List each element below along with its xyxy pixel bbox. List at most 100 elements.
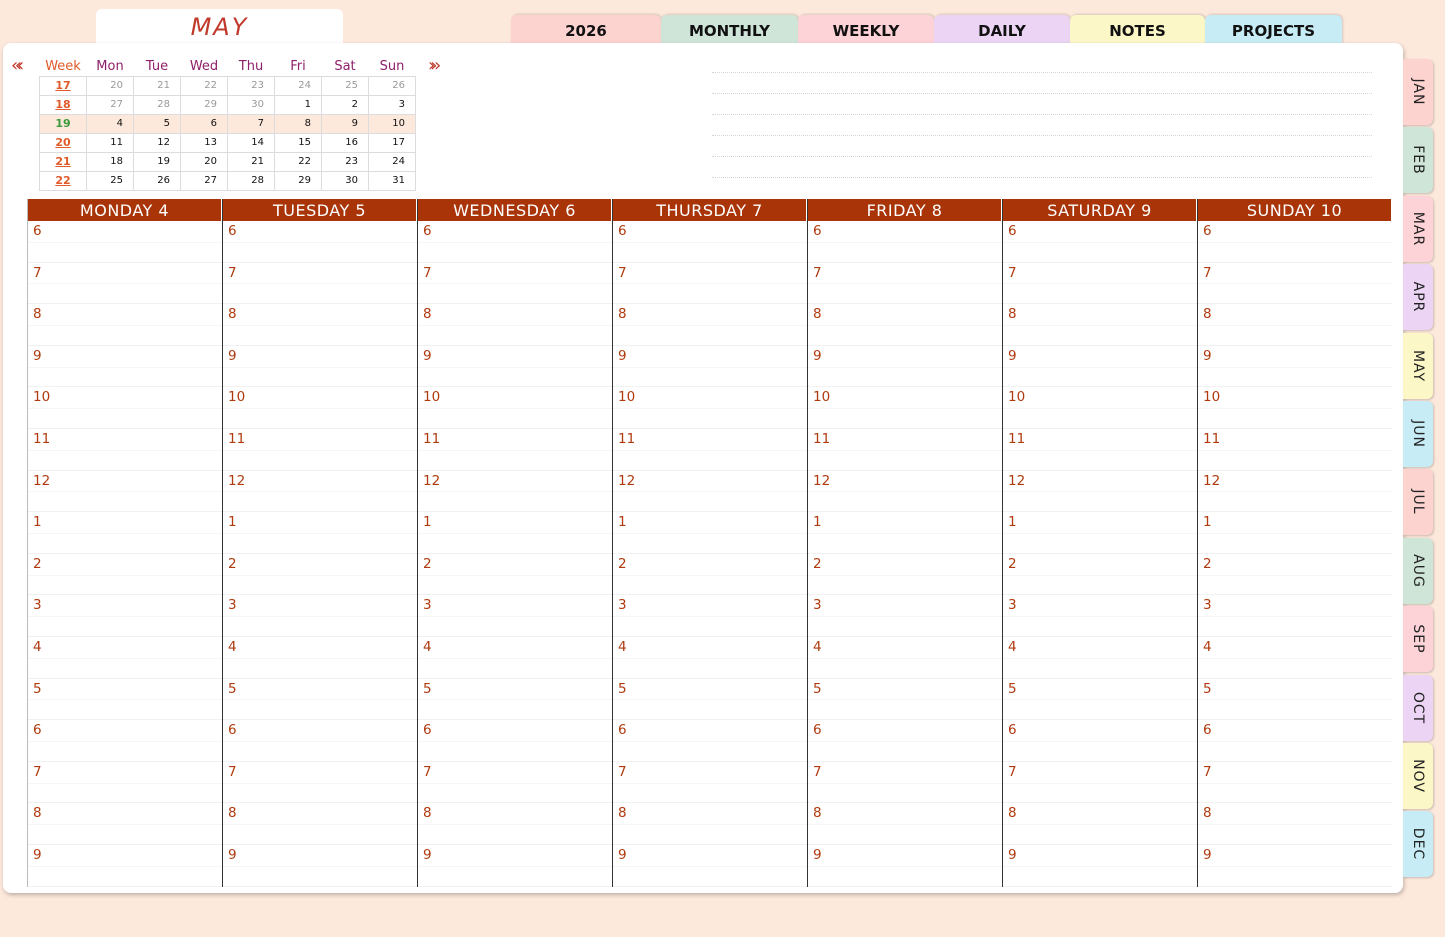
hour-slot[interactable]: 3: [1198, 595, 1392, 637]
hour-slot[interactable]: 7: [1003, 263, 1197, 305]
mini-cal-day[interactable]: 11: [86, 132, 134, 153]
week-number-link[interactable]: 18: [39, 94, 87, 115]
hour-slot[interactable]: 9: [223, 845, 417, 887]
hour-slot[interactable]: 7: [613, 762, 807, 804]
hour-slot[interactable]: 6: [613, 221, 807, 263]
mini-cal-day[interactable]: 22: [274, 151, 322, 172]
mini-cal-day[interactable]: 29: [180, 94, 228, 115]
hour-slot[interactable]: 2: [1198, 554, 1392, 596]
side-tab-sep[interactable]: SEP: [1403, 606, 1433, 673]
hour-slot[interactable]: 3: [1003, 595, 1197, 637]
mini-cal-day[interactable]: 24: [274, 75, 322, 96]
mini-cal-day[interactable]: 14: [227, 132, 275, 153]
hour-slot[interactable]: 6: [418, 221, 612, 263]
side-tab-may[interactable]: MAY: [1403, 332, 1433, 399]
hour-slot[interactable]: 5: [808, 679, 1002, 721]
hour-slot[interactable]: 5: [613, 679, 807, 721]
hour-slot[interactable]: 6: [1003, 720, 1197, 762]
day-header[interactable]: SATURDAY 9: [1003, 199, 1197, 221]
hour-slot[interactable]: 7: [808, 263, 1002, 305]
side-tab-dec[interactable]: DEC: [1403, 811, 1433, 878]
hour-slot[interactable]: 7: [223, 762, 417, 804]
mini-cal-day[interactable]: 1: [274, 94, 322, 115]
mini-cal-day[interactable]: 21: [227, 151, 275, 172]
hour-slot[interactable]: 1: [613, 512, 807, 554]
mini-cal-day[interactable]: 17: [368, 132, 416, 153]
mini-cal-day[interactable]: 25: [321, 75, 369, 96]
hour-slot[interactable]: 1: [28, 512, 222, 554]
side-tab-oct[interactable]: OCT: [1403, 674, 1433, 741]
hour-slot[interactable]: 10: [28, 387, 222, 429]
hour-slot[interactable]: 7: [418, 762, 612, 804]
hour-slot[interactable]: 2: [223, 554, 417, 596]
hour-slot[interactable]: 2: [418, 554, 612, 596]
hour-slot[interactable]: 10: [1003, 387, 1197, 429]
mini-cal-day[interactable]: 24: [368, 151, 416, 172]
hour-slot[interactable]: 1: [808, 512, 1002, 554]
mini-cal-day[interactable]: 16: [321, 132, 369, 153]
hour-slot[interactable]: 10: [1198, 387, 1392, 429]
day-header[interactable]: TUESDAY 5: [223, 199, 417, 221]
hour-slot[interactable]: 8: [418, 803, 612, 845]
hour-slot[interactable]: 9: [1198, 346, 1392, 388]
mini-cal-day[interactable]: 9: [321, 113, 369, 134]
tab-monthly[interactable]: MONTHLY: [661, 15, 798, 45]
hour-slot[interactable]: 7: [28, 762, 222, 804]
mini-cal-day[interactable]: 29: [274, 170, 322, 191]
hour-slot[interactable]: 5: [1003, 679, 1197, 721]
hour-slot[interactable]: 5: [418, 679, 612, 721]
day-header[interactable]: MONDAY 4: [28, 199, 222, 221]
hour-slot[interactable]: 7: [1198, 762, 1392, 804]
week-number-link[interactable]: 22: [39, 170, 87, 191]
hour-slot[interactable]: 8: [1198, 304, 1392, 346]
hour-slot[interactable]: 6: [418, 720, 612, 762]
hour-slot[interactable]: 9: [28, 845, 222, 887]
hour-slot[interactable]: 1: [418, 512, 612, 554]
mini-cal-day[interactable]: 28: [133, 94, 181, 115]
mini-cal-day[interactable]: 2: [321, 94, 369, 115]
hour-slot[interactable]: 6: [808, 221, 1002, 263]
mini-cal-day[interactable]: 15: [274, 132, 322, 153]
notes-line[interactable]: [712, 156, 1372, 157]
hour-slot[interactable]: 3: [418, 595, 612, 637]
mini-cal-day[interactable]: 30: [321, 170, 369, 191]
hour-slot[interactable]: 6: [808, 720, 1002, 762]
hour-slot[interactable]: 6: [1003, 221, 1197, 263]
hour-slot[interactable]: 6: [28, 720, 222, 762]
hour-slot[interactable]: 6: [28, 221, 222, 263]
hour-slot[interactable]: 11: [418, 429, 612, 471]
hour-slot[interactable]: 10: [418, 387, 612, 429]
hour-slot[interactable]: 8: [1003, 304, 1197, 346]
mini-cal-day[interactable]: 30: [227, 94, 275, 115]
hour-slot[interactable]: 9: [808, 845, 1002, 887]
hour-slot[interactable]: 8: [1198, 803, 1392, 845]
hour-slot[interactable]: 4: [223, 637, 417, 679]
notes-line[interactable]: [712, 93, 1372, 94]
hour-slot[interactable]: 12: [28, 471, 222, 513]
day-header[interactable]: FRIDAY 8: [808, 199, 1002, 221]
hour-slot[interactable]: 1: [223, 512, 417, 554]
hour-slot[interactable]: 12: [808, 471, 1002, 513]
hour-slot[interactable]: 11: [1003, 429, 1197, 471]
hour-slot[interactable]: 3: [613, 595, 807, 637]
hour-slot[interactable]: 7: [418, 263, 612, 305]
notes-line[interactable]: [712, 135, 1372, 136]
mini-cal-day[interactable]: 12: [133, 132, 181, 153]
mini-cal-day[interactable]: 3: [368, 94, 416, 115]
hour-slot[interactable]: 11: [223, 429, 417, 471]
mini-cal-day[interactable]: 22: [180, 75, 228, 96]
mini-cal-day[interactable]: 6: [180, 113, 228, 134]
hour-slot[interactable]: 9: [613, 845, 807, 887]
notes-line[interactable]: [712, 114, 1372, 115]
hour-slot[interactable]: 2: [1003, 554, 1197, 596]
hour-slot[interactable]: 12: [1198, 471, 1392, 513]
mini-cal-day[interactable]: 13: [180, 132, 228, 153]
prev-month-arrow-icon[interactable]: «‹: [11, 55, 24, 76]
mini-cal-day[interactable]: 18: [86, 151, 134, 172]
hour-slot[interactable]: 7: [28, 263, 222, 305]
mini-cal-day[interactable]: 27: [86, 94, 134, 115]
hour-slot[interactable]: 11: [613, 429, 807, 471]
tab-projects[interactable]: PROJECTS: [1205, 15, 1342, 45]
hour-slot[interactable]: 9: [223, 346, 417, 388]
mini-cal-day[interactable]: 26: [133, 170, 181, 191]
